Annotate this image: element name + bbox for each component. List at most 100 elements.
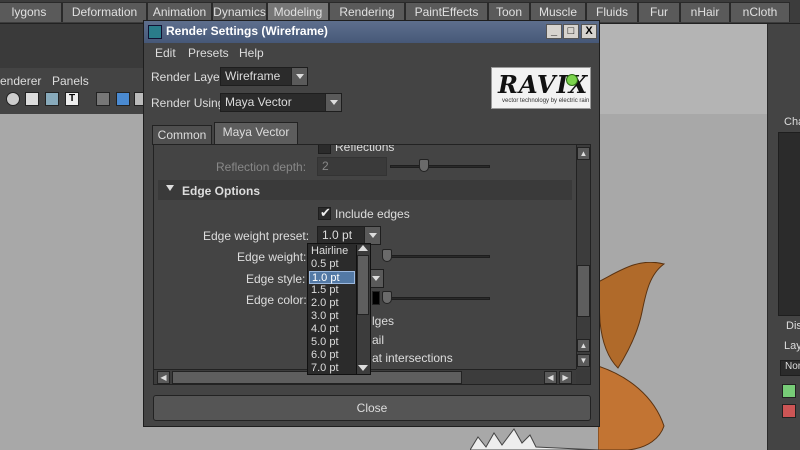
edge-weight-preset-label: Edge weight preset: [203,229,310,243]
close-window-button[interactable]: X [581,24,597,39]
reflection-depth-knob[interactable] [419,159,429,172]
edge-color-swatch[interactable] [372,291,380,305]
scroll-down-arrow-icon[interactable] [358,365,368,371]
checkmark-icon: ✔ [320,205,331,220]
menu-presets[interactable]: Presets [188,46,229,60]
shelf-tab-rendering[interactable]: Rendering [329,2,405,22]
edge-color-slider[interactable] [384,297,490,300]
layer-mode-select[interactable]: Nor [780,360,800,376]
edge-weight-knob[interactable] [382,249,392,262]
edge-weight-slider[interactable] [384,255,490,258]
ravix-logo: RAVIX vector technology by electric rain [491,67,591,109]
minimize-button[interactable]: _ [546,24,562,39]
edge-options-header[interactable]: Edge Options [158,180,572,200]
dragon-horn-shape [598,262,666,369]
render-using-value: Maya Vector [225,95,292,109]
circle-icon[interactable] [6,92,20,106]
image-icon[interactable] [45,92,59,106]
dialog-menubar: Edit Presets Help [144,43,599,63]
dropdown-option-2-0[interactable]: 2.0 pt [309,297,355,310]
shelf-tab-deformation[interactable]: Deformation [62,2,147,22]
edge-style-label: Edge style: [246,272,306,286]
channel-box-label: Cha [784,116,800,128]
dropdown-scroll-thumb[interactable] [357,255,369,315]
include-edges-checkbox[interactable]: ✔ [318,205,331,220]
menu-help[interactable]: Help [239,46,264,60]
dialog-title: Render Settings (Wireframe) [166,24,328,38]
menu-edit[interactable]: Edit [155,46,176,60]
tab-common[interactable]: Common [152,125,212,145]
maya-app-icon [148,25,162,39]
wireframe-cube-icon[interactable] [96,92,110,106]
render-layer-select[interactable]: Wireframe [220,67,308,86]
collapse-triangle-icon [166,185,174,191]
shelf-tab-ncloth[interactable]: nCloth [730,2,790,22]
reflections-checkbox[interactable] [318,145,331,154]
outlines-detail-label: ail [372,333,385,347]
chevron-down-icon [291,68,307,85]
edges-intersections-label: at intersections [372,351,453,365]
logo-subtitle: vector technology by electric rain [502,98,590,104]
dropdown-option-7-0[interactable]: 7.0 pt [309,362,355,375]
menu-panels[interactable]: Panels [52,74,89,88]
shelf-tab-polygons[interactable]: lygons [0,2,62,22]
scroll-left-button-2[interactable]: ◀ [544,371,557,384]
edge-weight-preset-dropdown: Hairline 0.5 pt 1.0 pt 1.5 pt 2.0 pt 3.0… [307,243,371,375]
dropdown-option-hairline[interactable]: Hairline [309,245,355,258]
vertical-scrollbar[interactable]: ▲ ▲ ▼ [576,145,590,369]
shelf-tab-fluids[interactable]: Fluids [586,2,638,22]
shelf-tab-modeling[interactable]: Modeling [267,2,329,22]
chevron-down-icon [325,94,341,111]
dropdown-option-6-0[interactable]: 6.0 pt [309,349,355,362]
render-settings-dialog: Render Settings (Wireframe) _ □ X Edit P… [143,20,600,427]
tab-display[interactable]: Dis [786,320,800,332]
maximize-button[interactable]: □ [563,24,579,39]
scroll-thumb[interactable] [577,265,590,317]
scroll-up-button-2[interactable]: ▲ [577,339,590,352]
render-using-select[interactable]: Maya Vector [220,93,342,112]
render-layer-label: Render Layer [151,70,224,84]
dropdown-scrollbar[interactable] [356,245,370,374]
reflections-label: Reflections [335,144,395,154]
edge-weight-label: Edge weight: [237,250,307,264]
menu-renderer[interactable]: enderer [0,74,41,88]
dropdown-option-5-0[interactable]: 5.0 pt [309,336,355,349]
hidden-edges-label: lges [372,314,395,328]
scroll-down-button[interactable]: ▼ [577,354,590,367]
scroll-left-button[interactable]: ◀ [157,371,170,384]
shelf-tab-animation[interactable]: Animation [147,2,212,22]
dropdown-option-1-5[interactable]: 1.5 pt [309,284,355,297]
shelf-tab-painteffects[interactable]: PaintEffects [405,2,488,22]
shelf-tab-toon[interactable]: Toon [488,2,530,22]
shelf-tab-muscle[interactable]: Muscle [530,2,586,22]
dropdown-option-4-0[interactable]: 4.0 pt [309,323,355,336]
grid-icon[interactable] [25,92,39,106]
scroll-up-button[interactable]: ▲ [577,147,590,160]
dragon-spikes-shape [470,428,601,450]
chevron-down-icon [364,227,380,244]
tab-maya-vector[interactable]: Maya Vector [214,122,298,145]
shelf-tab-fur[interactable]: Fur [638,2,680,22]
viewport-icon-bar: T [0,91,148,109]
close-button[interactable]: Close [153,395,591,421]
dropdown-option-0-5[interactable]: 0.5 pt [309,258,355,271]
layer-delete-icon[interactable] [782,404,796,418]
shelf-tab-dynamics[interactable]: Dynamics [212,2,267,22]
scroll-right-button[interactable]: ▶ [559,371,572,384]
dropdown-option-3-0[interactable]: 3.0 pt [309,310,355,323]
reflection-depth-slider[interactable] [390,165,490,168]
scroll-up-arrow-icon[interactable] [358,245,368,251]
layer-new-icon[interactable] [782,384,796,398]
edge-options-title: Edge Options [182,184,260,198]
reflection-depth-label: Reflection depth: [216,160,307,174]
texture-icon[interactable]: T [65,92,79,106]
edge-weight-preset-value: 1.0 pt [322,228,353,242]
shaded-cube-icon[interactable] [116,92,130,106]
edge-color-knob[interactable] [382,291,392,304]
tab-layers[interactable]: Lay [784,340,800,352]
dialog-titlebar[interactable]: Render Settings (Wireframe) _ □ X [144,21,599,43]
reflection-depth-field[interactable]: 2 [317,157,387,176]
dropdown-option-1-0[interactable]: 1.0 pt [309,271,355,284]
shelf-area [0,24,145,68]
shelf-tab-nhair[interactable]: nHair [680,2,730,22]
